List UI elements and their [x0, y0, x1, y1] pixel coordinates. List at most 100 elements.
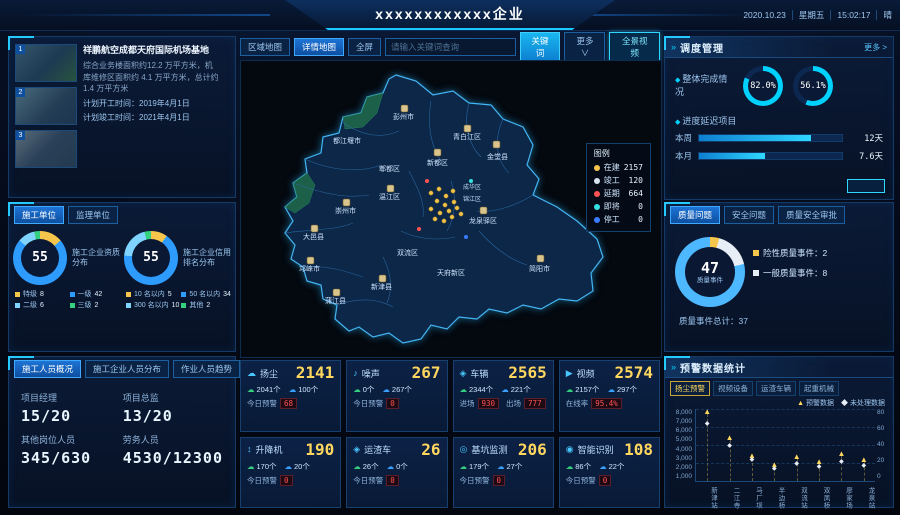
legend-dot [594, 191, 600, 197]
tab-video-device[interactable]: 视频设备 [713, 381, 753, 396]
legend-swatch [70, 303, 75, 308]
y-axis-right-labels: 806040200 [875, 409, 889, 482]
divider [876, 10, 877, 20]
tab-detail-map[interactable]: 详情地图 [294, 38, 344, 56]
offline-count: 27个 [497, 461, 522, 472]
svg-text:邛崃市: 邛崃市 [299, 264, 320, 273]
warning-chart-legend: 预警数据 未处理数据 [665, 397, 893, 408]
card-slag-truck[interactable]: ◈运渣车26 26个0个 今日预警0 [346, 437, 447, 509]
offline-count: 100个 [289, 384, 319, 395]
legend-item: 延期664 [594, 188, 643, 199]
svg-text:郫都区: 郫都区 [379, 164, 400, 173]
project-thumbnail[interactable]: 1 [15, 44, 77, 82]
tab-region-map[interactable]: 区域地图 [240, 38, 290, 56]
svg-text:彭州市: 彭州市 [393, 112, 414, 121]
card-hoist[interactable]: ↕升降机190 170个20个 今日预警0 [240, 437, 341, 509]
card-ai-recognition[interactable]: ◉智能识别108 86个22个 今日预警0 [559, 437, 660, 509]
thumbnail-index: 3 [16, 131, 25, 140]
page-title: xxxxxxxxxxxx企业 [375, 4, 524, 24]
legend-swatch [753, 270, 759, 276]
offline-count: 20个 [285, 461, 310, 472]
tab-quality-safety-audit[interactable]: 质量安全审批 [778, 206, 845, 224]
district-map[interactable]: 彭州市 都江堰市 金堂县 青白江区 新都区 郫都区 温江区 成华区 锦江区 龙泉… [240, 60, 662, 358]
legend-item: 即将0 [594, 201, 643, 212]
legend-dot [594, 178, 600, 184]
online-count: 26个 [353, 461, 378, 472]
project-thumbnail[interactable]: 2 [15, 87, 77, 125]
stat-labor-staff: 劳务人员 4530/12300 [123, 433, 223, 467]
y-axis-left-labels: 8,0007,0006,0005,0004,0003,0002,0001,000 [669, 409, 695, 482]
date-label: 2020.10.23 [743, 10, 786, 20]
tab-fullscreen[interactable]: 全屏 [348, 38, 381, 56]
card-video[interactable]: ▶视频2574 2157个297个 在线率95.4% [559, 360, 660, 432]
tab-personnel-overview[interactable]: 施工人员概况 [14, 360, 81, 378]
tab-personnel-trend[interactable]: 作业人员趋势 [173, 360, 240, 378]
cloud-down-icon [289, 385, 297, 394]
tab-safety-issue[interactable]: 安全问题 [724, 206, 774, 224]
dispatch-more-link[interactable]: 更多 > [864, 42, 887, 53]
project-description: 综合业务楼面积约12.2 万平方米，机 库维修区面积约 4.1 万平方米，总计约… [83, 60, 229, 95]
tab-personnel-distribution[interactable]: 施工企业人员分布 [85, 360, 169, 378]
cloud-up-icon [353, 385, 361, 394]
hoist-icon: ↕ [247, 445, 252, 454]
warning-chart: 8,0007,0006,0005,0004,0003,0002,0001,000… [665, 408, 893, 482]
video-icon: ▶ [566, 369, 573, 378]
dispatch-detail-button[interactable] [847, 179, 885, 193]
project-thumbnails: 1 2 3 [15, 44, 77, 168]
offline-count: 267个 [382, 384, 412, 395]
cloud-up-icon [353, 462, 361, 471]
cloud-down-icon [382, 385, 390, 394]
warning-plot-area: ▲◆▲◆▲◆▲◆▲◆▲◆▲◆▲◆ [695, 409, 875, 482]
cloud-up-icon [566, 385, 574, 394]
truck-icon: ◈ [353, 445, 360, 454]
legend-swatch [181, 292, 186, 297]
svg-text:新津县: 新津县 [371, 282, 392, 291]
quality-total-label: 质量事件总计：37 [665, 309, 893, 327]
warning-panel-title: 预警数据统计 [680, 360, 746, 375]
legend-swatch [126, 292, 131, 297]
credit-ranking-donut-block: 55 施工企业信用排名分布 10 名以内5 50 名以内34 300 名以内10… [124, 231, 235, 310]
keyword-search-button[interactable]: 关键词 [520, 32, 561, 62]
noise-icon: ♪ [353, 369, 358, 378]
panel-arrow-icon: » [671, 42, 676, 52]
svg-text:金堂县: 金堂县 [487, 152, 508, 161]
card-vehicle[interactable]: ◈车辆2565 2344个221个 进场930出场777 [453, 360, 554, 432]
card-pit-monitor[interactable]: ◎基坑监测206 179个27个 今日预警0 [453, 437, 554, 509]
ai-recognition-icon: ◉ [566, 445, 574, 454]
legend-swatch [181, 303, 186, 308]
tab-quality-issue[interactable]: 质量问题 [670, 206, 720, 224]
tab-supervision-unit[interactable]: 监理单位 [68, 206, 118, 224]
cloud-up-icon [247, 385, 255, 394]
card-dust[interactable]: ☁扬尘2141 2041个100个 今日预警68 [240, 360, 341, 432]
project-thumbnail[interactable]: 3 [15, 130, 77, 168]
tab-dust-warning[interactable]: 扬尘预警 [670, 381, 710, 396]
tab-slag-vehicle[interactable]: 运渣车辆 [756, 381, 796, 396]
header-decoration-right [570, 14, 750, 16]
qualification-donut-chart: 55 [13, 231, 67, 285]
legend-dot [594, 217, 600, 223]
online-count: 2344个 [460, 384, 494, 395]
donut-legend: 10 名以内5 50 名以内34 300 名以内10 其他2 [124, 285, 235, 310]
card-noise[interactable]: ♪噪声267 0个267个 今日预警0 [346, 360, 447, 432]
panorama-video-button[interactable]: 全景视频 [609, 32, 660, 62]
cloud-up-icon [460, 462, 468, 471]
quality-panel: 质量问题 安全问题 质量安全审批 47 质量事件 险性质量事件：2 一般质量事件… [664, 202, 894, 352]
dispatch-panel-title: 调度管理 [680, 40, 724, 55]
svg-text:崇州市: 崇州市 [335, 206, 356, 215]
project-info-panel: 1 2 3 祥鹏航空成都天府国际机场基地 综合业务楼面积约12.2 万平方米，机… [8, 36, 236, 198]
stat-project-director: 项目总监 13/20 [123, 391, 223, 425]
svg-text:锦江区: 锦江区 [463, 195, 481, 203]
donut-label: 施工企业资质分布 [72, 248, 124, 269]
tab-crane-machine[interactable]: 起重机械 [799, 381, 839, 396]
search-input[interactable] [385, 38, 515, 56]
time-label: 15:02:17 [837, 10, 870, 20]
dust-icon: ☁ [247, 369, 256, 378]
overall-completion-label: 整体完成情况 [675, 73, 733, 98]
tab-construction-unit[interactable]: 施工单位 [14, 206, 64, 224]
delay-bar-week: 本周 12天 [665, 129, 893, 147]
online-count: 170个 [247, 461, 277, 472]
more-dropdown-button[interactable]: 更多 ∨ [564, 32, 605, 62]
legend-swatch [70, 292, 75, 297]
delay-section-label: 进度延迟项目 [665, 110, 893, 129]
legend-swatch [753, 250, 759, 256]
